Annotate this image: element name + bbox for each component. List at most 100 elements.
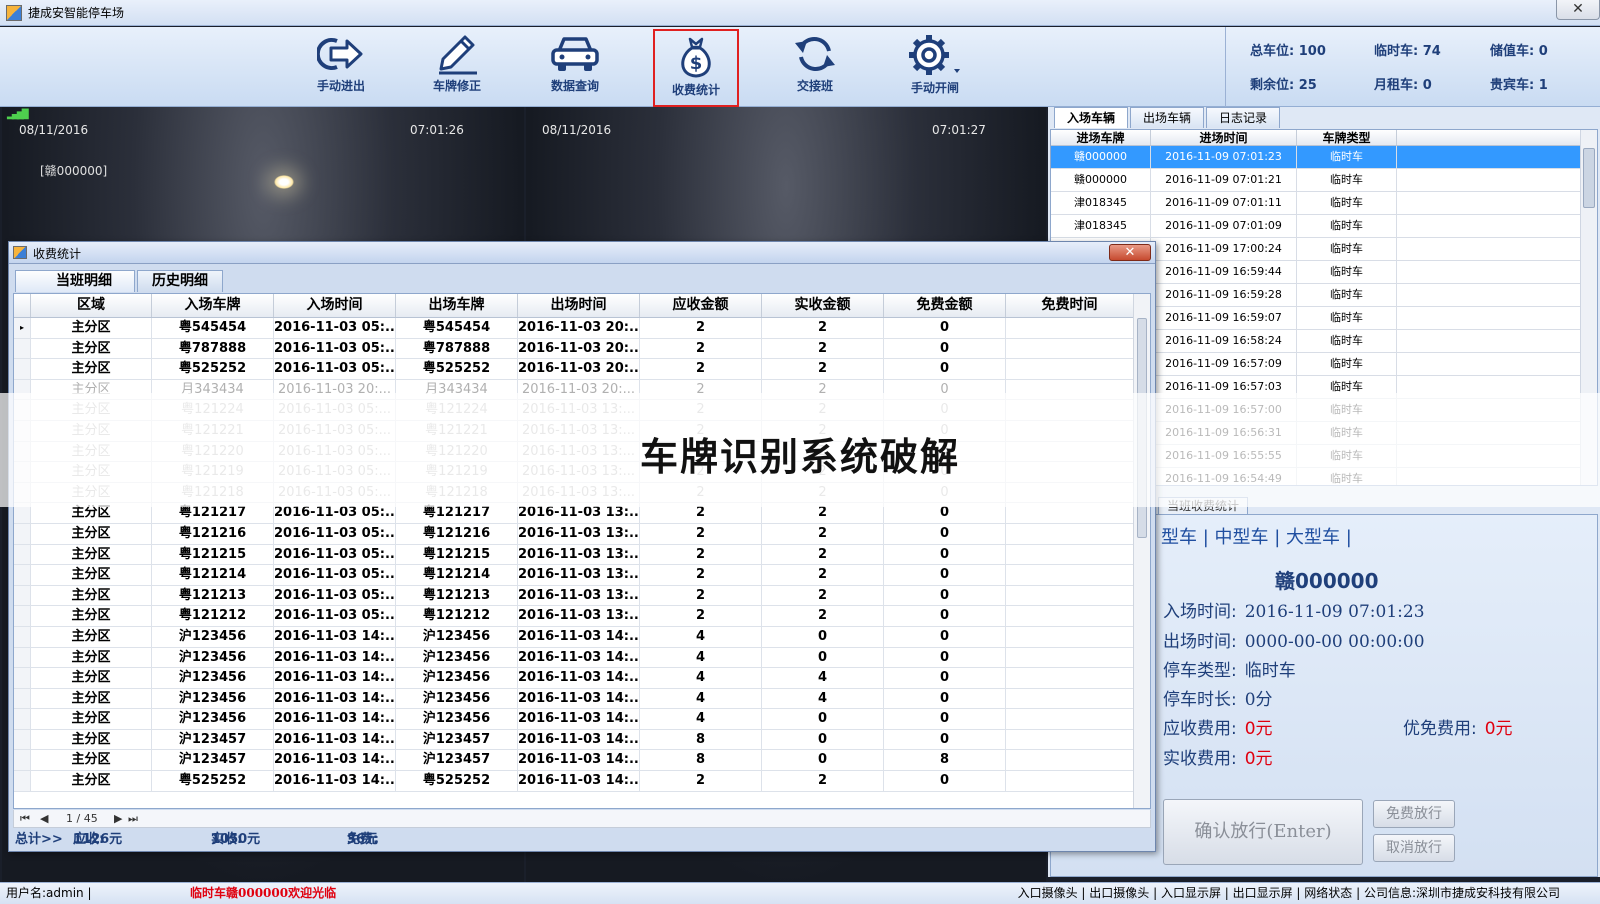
column-header[interactable]: 进场车牌	[1051, 130, 1151, 145]
table-row[interactable]: 主分区 沪123456 2016-11-03 14:... 沪123456 2016-1…	[14, 626, 1150, 648]
table-row[interactable]: 主分区 沪123457 2016-11-03 14:... 沪123457 2016-1…	[14, 729, 1150, 751]
tab-exited-vehicles[interactable]: 出场车辆	[1130, 107, 1205, 128]
row-selector[interactable]	[14, 626, 31, 647]
row-selector[interactable]	[14, 585, 31, 606]
table-row[interactable]: 津018345 2016-11-09 07:01:11 临时车	[1051, 192, 1597, 215]
cancel-release-button[interactable]: 取消放行	[1373, 834, 1455, 862]
table-cell: 2016-11-03 05:...	[274, 523, 396, 544]
stat-stored: 储值车: 0	[1490, 44, 1548, 59]
dialog-close-button[interactable]: ✕	[1109, 244, 1151, 261]
table-cell: 临时车	[1297, 238, 1397, 260]
table-row[interactable]: 津018345 2016-11-09 07:01:09 临时车	[1051, 215, 1597, 238]
table-cell: 主分区	[31, 688, 152, 709]
table-cell: 粤525252	[152, 359, 274, 379]
table-row[interactable]: 主分区 粤121213 2016-11-03 05:... 粤121213 2016-1…	[14, 585, 1150, 607]
data-query-button[interactable]: 数据查询	[532, 29, 618, 107]
table-row[interactable]: 主分区 粤525252 2016-11-03 14:... 粤525252 2016-1…	[14, 771, 1150, 792]
table-row[interactable]: 主分区 粤525252 2016-11-03 05:... 粤525252 2016-1…	[14, 359, 1150, 380]
column-header[interactable]: 出场车牌	[396, 294, 518, 317]
column-header[interactable]: 出场时间	[518, 294, 640, 317]
tab-history-detail[interactable]: 历史明细	[137, 270, 223, 292]
column-header[interactable]: 进场时间	[1151, 130, 1297, 145]
table-row[interactable]: 主分区 沪123456 2016-11-03 14:... 沪123456 2016-1…	[14, 647, 1150, 669]
table-cell: 2016-11-03 05:...	[274, 606, 396, 626]
first-page-icon[interactable]: ⏮	[20, 810, 30, 827]
table-row[interactable]: 主分区 沪123456 2016-11-03 14:... 沪123456 2016-1…	[14, 688, 1150, 710]
manual-open-gate-button[interactable]: 手动开闸	[892, 29, 978, 107]
table-cell	[1006, 318, 1134, 338]
table-cell: 0	[884, 523, 1006, 544]
table-cell: 2016-11-09 16:58:24	[1151, 330, 1297, 352]
row-selector[interactable]	[14, 606, 31, 626]
table-cell: 2016-11-09 16:59:28	[1151, 284, 1297, 306]
manual-entry-exit-button[interactable]: 手动进出	[298, 29, 384, 107]
column-header[interactable]: 车牌类型	[1297, 130, 1397, 145]
row-selector[interactable]	[14, 688, 31, 709]
prev-page-icon[interactable]: ◀	[40, 810, 48, 827]
table-cell: 2016-11-03 05:...	[274, 585, 396, 606]
row-selector[interactable]	[14, 565, 31, 585]
table-row[interactable]: 主分区 粤121212 2016-11-03 05:... 粤121212 2016-1…	[14, 606, 1150, 627]
row-selector[interactable]	[14, 709, 31, 729]
column-header[interactable]: 实收金额	[762, 294, 884, 317]
table-row[interactable]: 赣000000 2016-11-09 07:01:23 临时车	[1051, 146, 1597, 169]
tab-entered-vehicles[interactable]: 入场车辆	[1054, 107, 1129, 128]
fee-statistics-button[interactable]: $ 收费统计	[653, 29, 739, 107]
table-cell: 0	[884, 626, 1006, 647]
table-cell: 2016-11-03 14:...	[274, 709, 396, 729]
table-row[interactable]: 主分区 粤787888 2016-11-03 05:... 粤787888 2016-1…	[14, 338, 1150, 360]
row-selector[interactable]	[14, 771, 31, 791]
shift-handover-button[interactable]: 交接班	[772, 29, 858, 107]
page-indicator[interactable]: 1 / 45	[66, 810, 98, 827]
table-row[interactable]: 主分区 粤121215 2016-11-03 05:... 粤121215 2016-1…	[14, 544, 1150, 566]
column-header[interactable]: 区域	[31, 294, 152, 317]
row-selector[interactable]	[14, 544, 31, 565]
row-selector[interactable]	[14, 359, 31, 379]
window-close-button[interactable]: ✕	[1556, 0, 1600, 20]
device-status-links[interactable]: 入口摄像头 | 出口摄像头 | 入口显示屏 | 出口显示屏 | 网络状态 | 公…	[1018, 883, 1560, 903]
table-row[interactable]: 赣000000 2016-11-09 07:01:21 临时车	[1051, 169, 1597, 192]
table-cell: 2016-11-03 14:...	[518, 688, 640, 709]
row-selector[interactable]	[14, 523, 31, 544]
shift-handover-label: 交接班	[796, 79, 833, 93]
table-row[interactable]: ▸ 主分区 粤545454 2016-11-03 05:... 粤545454 2016-…	[14, 318, 1150, 339]
scrollbar-thumb[interactable]	[1583, 148, 1595, 208]
table-cell: 2	[640, 523, 762, 544]
row-selector[interactable]	[14, 750, 31, 771]
vertical-scrollbar[interactable]	[1133, 294, 1150, 808]
confirm-release-button[interactable]: 确认放行(Enter)	[1163, 799, 1363, 865]
table-row[interactable]: 主分区 粤121216 2016-11-03 05:... 粤121216 2016-1…	[14, 523, 1150, 545]
tab-log[interactable]: 日志记录	[1206, 107, 1281, 128]
row-selector[interactable]: ▸	[14, 318, 31, 338]
row-selector[interactable]	[14, 729, 31, 750]
table-row[interactable]: 主分区 沪123456 2016-11-03 14:... 沪123456 2016-1…	[14, 668, 1150, 689]
column-header[interactable]: 免费金额	[884, 294, 1006, 317]
vehicle-type-selector[interactable]: 型车 | 中型车 | 大型车 |	[1161, 523, 1352, 549]
table-row[interactable]: 主分区 沪123457 2016-11-03 14:... 沪123457 2016-1…	[14, 750, 1150, 772]
table-cell: 2016-11-03 20:...	[518, 318, 640, 338]
column-header[interactable]: 入场车牌	[152, 294, 274, 317]
table-cell: 2016-11-03 20:...	[518, 338, 640, 359]
column-header[interactable]: 免费时间	[1006, 294, 1134, 317]
table-cell: 4	[640, 688, 762, 709]
row-selector[interactable]	[14, 647, 31, 668]
table-row[interactable]: 主分区 沪123456 2016-11-03 14:... 沪123456 2016-1…	[14, 709, 1150, 730]
free-release-button[interactable]: 免费放行	[1373, 800, 1455, 828]
table-cell: 2016-11-03 14:...	[274, 647, 396, 668]
table-cell: 2016-11-03 13:...	[518, 523, 640, 544]
table-cell: 0	[762, 626, 884, 647]
table-cell: 粤525252	[396, 359, 518, 379]
column-header[interactable]: 应收金额	[640, 294, 762, 317]
last-page-icon[interactable]: ⏭	[128, 810, 138, 827]
table-cell: 粤525252	[152, 771, 274, 791]
exit-time-row: 出场时间: 0000-00-00 00:00:00	[1163, 632, 1425, 652]
dialog-title-bar[interactable]: 收费统计 ✕	[9, 242, 1155, 264]
table-row[interactable]: 主分区 粤121214 2016-11-03 05:... 粤121214 2016-1…	[14, 565, 1150, 586]
column-header[interactable]: 入场时间	[274, 294, 396, 317]
table-cell: 2016-11-03 14:...	[274, 668, 396, 688]
tab-current-shift-detail[interactable]: 当班明细	[15, 270, 135, 292]
plate-correction-button[interactable]: 车牌修正	[414, 29, 500, 107]
next-page-icon[interactable]: ▶	[114, 810, 122, 827]
row-selector[interactable]	[14, 338, 31, 359]
row-selector[interactable]	[14, 668, 31, 688]
